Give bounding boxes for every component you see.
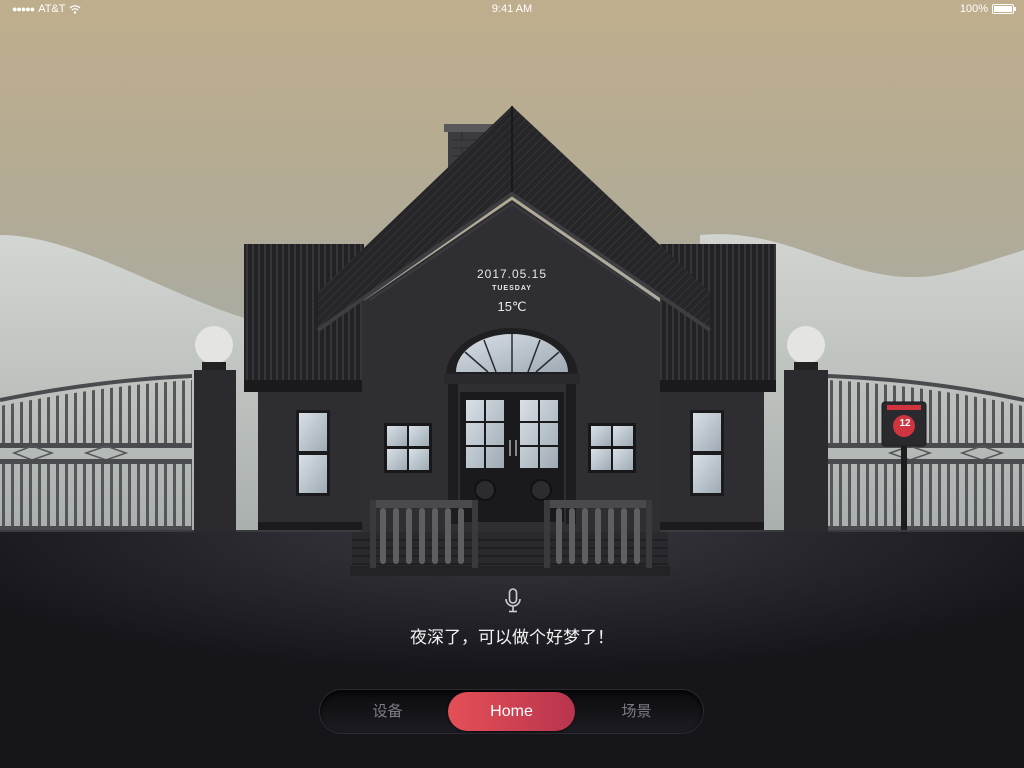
tab-home[interactable]: Home bbox=[448, 692, 575, 731]
tab-devices[interactable]: 设备 bbox=[320, 690, 455, 733]
battery-percent: 100% bbox=[959, 3, 988, 15]
tab-scenes[interactable]: 场景 bbox=[570, 690, 703, 733]
home-screen: ●●●●● AT&T 9:41 AM 100% 2017.05.15 TUESD… bbox=[0, 0, 1024, 768]
status-time: 9:41 AM bbox=[491, 3, 533, 15]
microphone-icon[interactable] bbox=[503, 588, 523, 614]
window-left bbox=[384, 423, 432, 473]
status-bar: ●●●●● AT&T 9:41 AM 100% bbox=[0, 0, 1024, 18]
date-display: 2017.05.15 bbox=[476, 267, 548, 281]
battery-icon bbox=[992, 4, 1016, 14]
voice-message: 夜深了，可以做个好梦了！ bbox=[410, 628, 614, 648]
window-right bbox=[588, 423, 636, 473]
temperature-display: 15℃ bbox=[497, 299, 527, 314]
mailbox-count: 12 bbox=[899, 418, 911, 429]
tab-bar: 设备 场景 Home bbox=[320, 690, 703, 733]
front-door[interactable] bbox=[444, 328, 580, 524]
weekday-display: TUESDAY bbox=[492, 285, 532, 292]
